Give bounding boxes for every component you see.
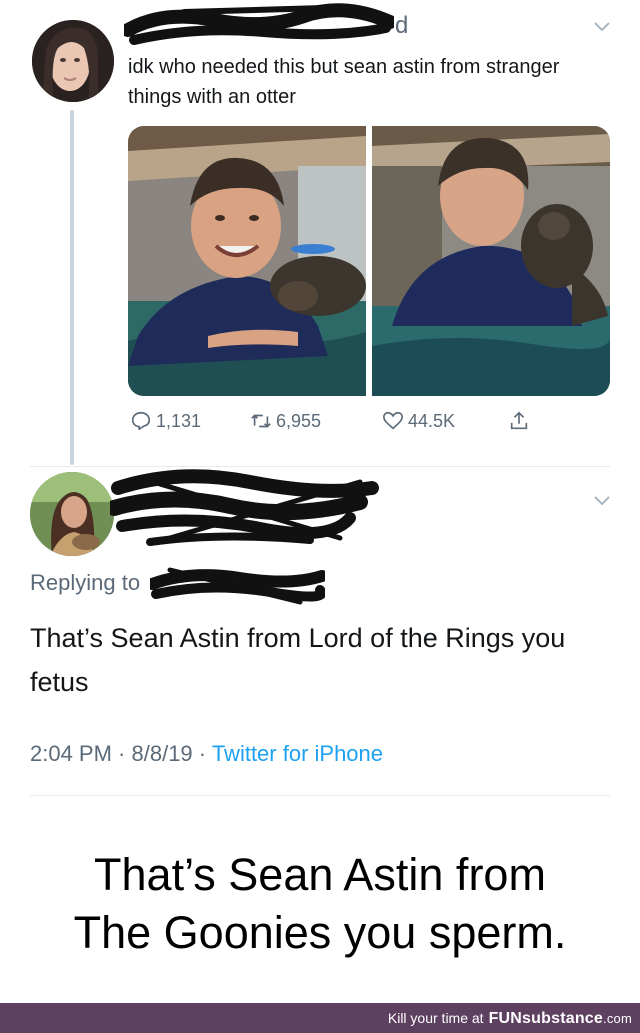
brand-name: FUNsubstance	[488, 1010, 604, 1027]
retweet-count: 6,955	[276, 410, 322, 431]
reply-count: 1,131	[156, 410, 202, 431]
like-action[interactable]: 44.5K	[382, 410, 455, 432]
like-icon	[383, 411, 403, 430]
redaction-scribble	[124, 3, 394, 45]
brand-domain: .com	[603, 1011, 632, 1026]
share-action[interactable]	[508, 410, 530, 432]
chevron-down-icon[interactable]	[592, 494, 612, 508]
like-count: 44.5K	[408, 410, 456, 431]
footer-credit[interactable]: Kill your time at FUNsubstance.com	[388, 1010, 632, 1028]
avatar[interactable]	[32, 20, 114, 102]
caption-line-2: The Goonies you sperm.	[73, 907, 567, 958]
avatar-photo	[32, 20, 114, 102]
avatar-photo	[30, 472, 114, 556]
tweet-source-app[interactable]: Twitter for iPhone	[212, 741, 383, 766]
chevron-down-icon[interactable]	[592, 20, 612, 34]
media-photo-1[interactable]	[128, 126, 366, 396]
meta-separator: ·	[111, 741, 132, 766]
tweet-actions: 1,131 6,955 44.5K	[130, 410, 560, 444]
handle-tail: d	[395, 12, 409, 39]
tweet-meta: 2:04 PM · 8/8/19 · Twitter for iPhone	[30, 741, 383, 767]
reply-action[interactable]: 1,131	[130, 410, 201, 432]
tweet-media[interactable]	[128, 126, 610, 396]
meta-separator: ·	[192, 741, 212, 766]
redaction-scribble	[110, 469, 379, 546]
reply-text: That’s Sean Astin from Lord of the Rings…	[30, 623, 566, 697]
tweet-date: 8/8/19	[131, 741, 193, 766]
divider	[30, 466, 610, 467]
share-icon	[510, 411, 528, 430]
retweet-icon	[251, 414, 271, 428]
caption-line-1: That’s Sean Astin from	[94, 849, 546, 900]
footer-bar: Kill your time at FUNsubstance.com	[0, 1003, 640, 1033]
redaction-scribble	[150, 567, 325, 605]
avatar[interactable]	[30, 472, 114, 556]
tweet-text: idk who needed this but sean astin from …	[128, 56, 560, 108]
media-photo-2[interactable]	[372, 126, 610, 396]
retweet-action[interactable]: 6,955	[250, 410, 321, 432]
divider	[30, 795, 610, 796]
replying-label: Replying to	[30, 570, 141, 595]
footer-prefix: Kill your time at	[387, 1010, 484, 1026]
tweet-time: 2:04 PM	[30, 741, 112, 766]
reply-icon	[131, 411, 151, 431]
footer-brand: FUNsubstance.com	[489, 1010, 632, 1028]
meme-caption: That’s Sean Astin from The Goonies you s…	[0, 846, 640, 962]
replying-to: Replying to	[30, 570, 140, 596]
thread-line	[70, 110, 74, 465]
